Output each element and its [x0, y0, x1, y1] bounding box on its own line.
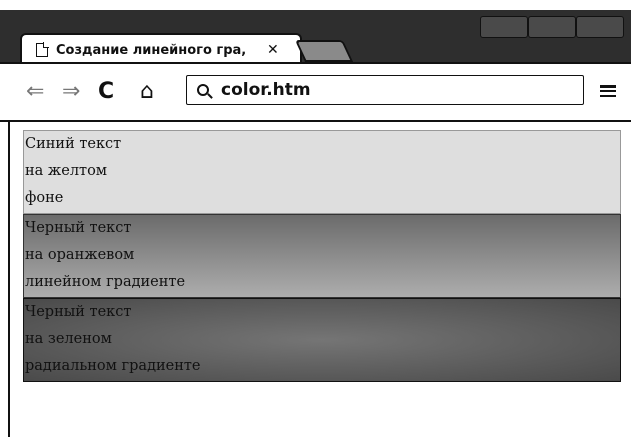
tab-title: Создание линейного гра,: [56, 42, 247, 58]
toolbar: ⇐ ⇒ C ⌂ color.htm: [0, 62, 631, 122]
blue-on-yellow-block: Синий текст на желтом фоне: [23, 130, 621, 214]
block-line: Черный текст: [25, 220, 132, 236]
new-tab-button[interactable]: [294, 40, 354, 62]
radial-gradient-block: Черный текст на зеленом радиальном гради…: [23, 298, 621, 382]
back-button[interactable]: ⇐: [26, 81, 44, 103]
window-controls: [480, 16, 624, 38]
forward-button[interactable]: ⇒: [62, 81, 80, 103]
page-icon: [36, 42, 49, 57]
tab-active[interactable]: Создание линейного гра, ✕: [20, 33, 302, 65]
search-icon: [197, 84, 209, 96]
menu-icon[interactable]: [600, 85, 616, 97]
reload-button[interactable]: C: [98, 81, 114, 103]
close-window-button[interactable]: [576, 16, 624, 38]
block-line: Синий текст: [25, 136, 122, 152]
address-bar[interactable]: color.htm: [186, 75, 584, 105]
linear-gradient-block: Черный текст на оранжевом линейном гради…: [23, 214, 621, 298]
home-button[interactable]: ⌂: [140, 81, 154, 103]
block-line: Черный текст: [25, 304, 132, 320]
maximize-button[interactable]: [528, 16, 576, 38]
tab-close-icon[interactable]: ✕: [267, 42, 279, 58]
browser-window: Создание линейного гра, ✕ ⇐ ⇒ C ⌂ color.…: [0, 0, 631, 437]
minimize-button[interactable]: [480, 16, 528, 38]
block-line: радиальном градиенте: [25, 358, 201, 374]
url-text: color.htm: [221, 80, 311, 100]
block-line: линейном градиенте: [25, 274, 186, 290]
block-line: на желтом: [25, 163, 108, 179]
page-content: Синий текст на желтом фоне Черный текст …: [8, 122, 631, 437]
block-line: фоне: [25, 190, 64, 206]
block-line: на зеленом: [25, 331, 112, 347]
block-line: на оранжевом: [25, 247, 135, 263]
